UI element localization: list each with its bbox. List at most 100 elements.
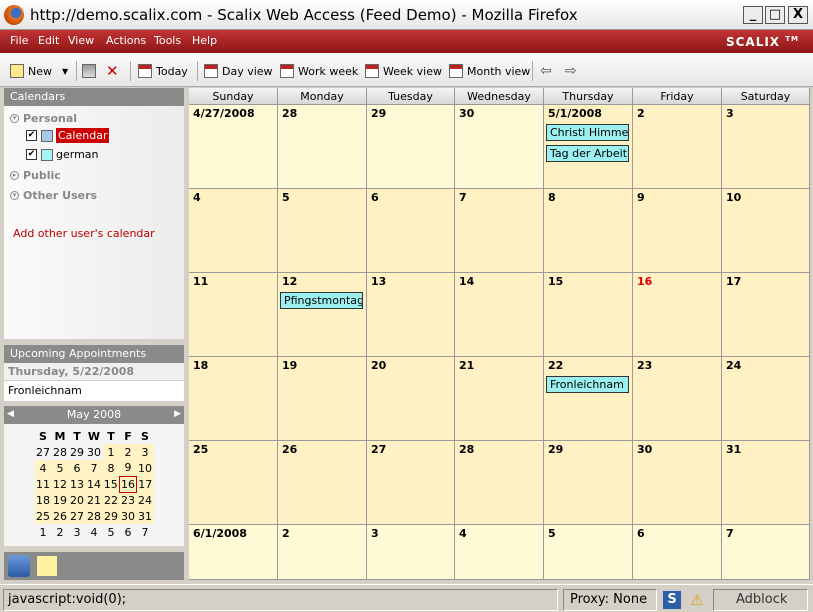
day-cell[interactable]: 4: [455, 525, 544, 580]
delete-button[interactable]: ✕: [106, 62, 124, 80]
prev-month-icon[interactable]: ◀: [7, 409, 14, 419]
calendar-event[interactable]: Christi Himmelfahrt: [546, 124, 629, 141]
day-cell[interactable]: 16: [633, 273, 722, 357]
mini-day[interactable]: 29: [102, 508, 120, 524]
day-cell[interactable]: 5: [544, 525, 633, 580]
mini-day[interactable]: 22: [102, 492, 120, 508]
mini-day[interactable]: 21: [85, 492, 103, 508]
maximize-button[interactable]: □: [765, 6, 785, 24]
checkbox[interactable]: ✔: [26, 130, 37, 141]
group-personal[interactable]: ▾ Personal: [10, 112, 77, 125]
adblock-button[interactable]: Adblock: [713, 589, 808, 611]
mini-day[interactable]: 3: [69, 524, 86, 540]
mini-day[interactable]: 4: [86, 524, 103, 540]
work-week-button[interactable]: Work week: [280, 62, 358, 80]
day-cell[interactable]: 3: [722, 105, 810, 189]
menu-tools[interactable]: Tools: [154, 34, 181, 47]
day-cell[interactable]: 6/1/2008: [189, 525, 278, 580]
proxy-status[interactable]: Proxy: None: [563, 589, 657, 611]
calendar-item-german[interactable]: ✔ german: [26, 148, 99, 161]
day-cell[interactable]: 30: [455, 105, 544, 189]
calendar-icon[interactable]: [36, 555, 58, 577]
mini-day[interactable]: 18: [34, 492, 52, 508]
day-cell[interactable]: 26: [278, 441, 367, 525]
group-public[interactable]: ▸ Public: [10, 169, 61, 182]
mini-day[interactable]: 6: [120, 524, 137, 540]
day-cell[interactable]: 9: [633, 189, 722, 273]
mini-day[interactable]: 13: [68, 476, 86, 492]
mail-icon[interactable]: [8, 555, 30, 577]
minimize-button[interactable]: _: [743, 6, 763, 24]
mini-day[interactable]: 12: [51, 476, 69, 492]
week-view-button[interactable]: Week view: [365, 62, 442, 80]
day-cell[interactable]: 15: [544, 273, 633, 357]
today-button[interactable]: Today: [138, 62, 188, 80]
mini-day[interactable]: 3: [136, 444, 154, 460]
day-cell[interactable]: 31: [722, 441, 810, 525]
group-other-users[interactable]: ▾ Other Users: [10, 189, 97, 202]
day-cell[interactable]: 10: [722, 189, 810, 273]
day-cell[interactable]: 21: [455, 357, 544, 441]
day-cell[interactable]: 22 Fronleichnam: [544, 357, 633, 441]
day-cell[interactable]: 25: [189, 441, 278, 525]
dropdown-arrow-icon[interactable]: ▼: [62, 67, 68, 76]
mini-day[interactable]: 28: [52, 444, 69, 460]
mini-day-today[interactable]: 16: [119, 475, 137, 493]
day-cell[interactable]: 7: [455, 189, 544, 273]
day-cell[interactable]: 4: [189, 189, 278, 273]
next-month-icon[interactable]: ▶: [174, 409, 181, 419]
menu-file[interactable]: File: [10, 34, 28, 47]
day-cell[interactable]: 28: [455, 441, 544, 525]
mini-day[interactable]: 26: [51, 508, 69, 524]
print-button[interactable]: [82, 62, 100, 80]
calendar-event[interactable]: Tag der Arbeit: [546, 145, 629, 162]
day-cell[interactable]: 2: [633, 105, 722, 189]
calendar-event[interactable]: Pfingstmontag: [280, 292, 363, 309]
day-cell[interactable]: 5/1/2008 Christi Himmelfahrt Tag der Arbei…: [544, 105, 633, 189]
mini-day[interactable]: 5: [103, 524, 120, 540]
next-arrow-icon[interactable]: ⇨: [565, 63, 577, 79]
add-other-user-link[interactable]: Add other user's calendar: [13, 227, 155, 240]
day-cell[interactable]: 18: [189, 357, 278, 441]
upcoming-item[interactable]: Fronleichnam: [4, 381, 184, 401]
day-cell[interactable]: 5: [278, 189, 367, 273]
day-cell[interactable]: 3: [367, 525, 455, 580]
mini-day[interactable]: 20: [68, 492, 86, 508]
mini-day[interactable]: 15: [102, 476, 120, 492]
day-cell[interactable]: 14: [455, 273, 544, 357]
day-cell[interactable]: 24: [722, 357, 810, 441]
menu-edit[interactable]: Edit: [38, 34, 59, 47]
mini-day[interactable]: 27: [68, 508, 86, 524]
day-cell[interactable]: 29: [544, 441, 633, 525]
calendar-event[interactable]: Fronleichnam: [546, 376, 629, 393]
day-cell[interactable]: 17: [722, 273, 810, 357]
mini-day[interactable]: 19: [51, 492, 69, 508]
mini-day[interactable]: 25: [34, 508, 52, 524]
mini-day[interactable]: 11: [34, 476, 52, 492]
mini-day[interactable]: 7: [85, 460, 103, 476]
mini-day[interactable]: 31: [136, 508, 154, 524]
day-cell[interactable]: 28: [278, 105, 367, 189]
day-cell[interactable]: 23: [633, 357, 722, 441]
menu-help[interactable]: Help: [192, 34, 217, 47]
mini-day[interactable]: 27: [35, 444, 52, 460]
close-button[interactable]: X: [788, 6, 808, 24]
calendar-item-calendar[interactable]: ✔ Calendar: [26, 128, 110, 143]
mini-day[interactable]: 7: [137, 524, 154, 540]
new-button[interactable]: New ▼: [10, 62, 68, 80]
day-cell[interactable]: 12 Pfingstmontag: [278, 273, 367, 357]
menu-actions[interactable]: Actions: [106, 34, 146, 47]
mini-day[interactable]: 28: [85, 508, 103, 524]
mini-day[interactable]: 30: [86, 444, 103, 460]
day-cell[interactable]: 29: [367, 105, 455, 189]
mini-day[interactable]: 1: [35, 524, 52, 540]
prev-arrow-icon[interactable]: ⇦: [540, 63, 552, 79]
day-cell[interactable]: 4/27/2008: [189, 105, 278, 189]
mini-day[interactable]: 6: [68, 460, 86, 476]
mini-day[interactable]: 14: [85, 476, 103, 492]
day-cell[interactable]: 30: [633, 441, 722, 525]
month-view-button[interactable]: Month view: [449, 62, 530, 80]
day-cell[interactable]: 27: [367, 441, 455, 525]
day-cell[interactable]: 6: [367, 189, 455, 273]
mini-day[interactable]: 29: [69, 444, 86, 460]
